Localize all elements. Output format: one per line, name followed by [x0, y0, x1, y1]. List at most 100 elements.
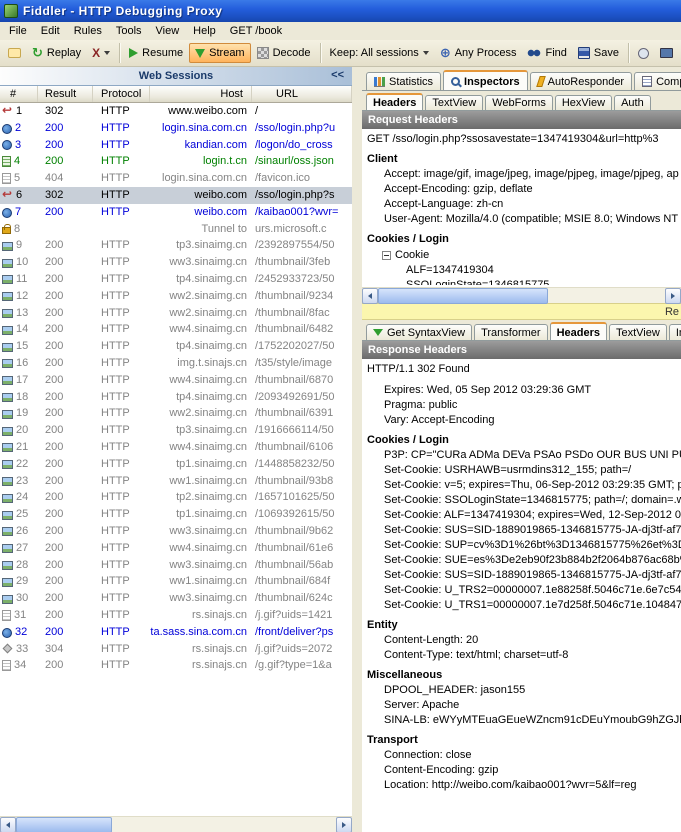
- tab-autoresponder[interactable]: AutoResponder: [530, 72, 632, 90]
- cookie-tree-node[interactable]: Cookie: [362, 248, 681, 263]
- tab-comp[interactable]: Comp: [634, 72, 681, 90]
- session-row[interactable]: 14200HTTPww4.sinaimg.cn/thumbnail/6482: [0, 321, 352, 338]
- timer-button[interactable]: [633, 45, 654, 62]
- session-row[interactable]: 25200HTTPtp1.sinaimg.cn/1069392615/50: [0, 506, 352, 523]
- menu-item-file[interactable]: File: [2, 23, 34, 39]
- session-url: /j.gif?uids=1421: [252, 607, 352, 624]
- session-row[interactable]: 28200HTTPww3.sinaimg.cn/thumbnail/56ab: [0, 557, 352, 574]
- tab-inspectors[interactable]: Inspectors: [443, 70, 528, 91]
- panel-splitter[interactable]: [352, 67, 362, 832]
- session-number: 33: [16, 641, 28, 658]
- tab-headers[interactable]: Headers: [550, 322, 607, 341]
- collapse-icon[interactable]: [382, 251, 391, 260]
- save-button[interactable]: Save: [573, 44, 624, 62]
- session-row[interactable]: 8Tunnel tours.microsoft.c: [0, 221, 352, 238]
- scrollbar-thumb[interactable]: [16, 817, 112, 832]
- replay-icon: [32, 47, 43, 60]
- encoding-notice-bar[interactable]: Re: [362, 303, 681, 320]
- session-row[interactable]: 15200HTTPtp4.sinaimg.cn/1752202027/50: [0, 338, 352, 355]
- session-row[interactable]: 32200HTTPta.sass.sina.com.cn/front/deliv…: [0, 624, 352, 641]
- menu-item-help[interactable]: Help: [186, 23, 223, 39]
- tab-textview[interactable]: TextView: [609, 324, 667, 340]
- column-header-protocol[interactable]: Protocol: [93, 86, 150, 102]
- menu-item-view[interactable]: View: [149, 23, 187, 39]
- tab-auth[interactable]: Auth: [614, 95, 651, 110]
- scrollbar-thumb[interactable]: [378, 288, 548, 304]
- keep-sessions-label: Keep: All sessions: [330, 47, 419, 59]
- session-row[interactable]: 6302HTTPweibo.com/sso/login.php?s: [0, 187, 352, 204]
- session-row[interactable]: 12200HTTPww2.sinaimg.cn/thumbnail/9234: [0, 288, 352, 305]
- session-row[interactable]: 22200HTTPtp1.sinaimg.cn/1448858232/50: [0, 456, 352, 473]
- session-row[interactable]: 26200HTTPww3.sinaimg.cn/thumbnail/9b62: [0, 523, 352, 540]
- scroll-right-button[interactable]: [665, 288, 681, 304]
- session-protocol: HTTP: [93, 641, 150, 658]
- session-row[interactable]: 27200HTTPww4.sinaimg.cn/thumbnail/61e6: [0, 540, 352, 557]
- tab-label: WebForms: [492, 97, 546, 109]
- session-row[interactable]: 11200HTTPtp4.sinaimg.cn/2452933723/50: [0, 271, 352, 288]
- any-process-button[interactable]: Any Process: [435, 44, 522, 63]
- column-header-url[interactable]: URL: [252, 86, 352, 102]
- session-row[interactable]: 19200HTTPww2.sinaimg.cn/thumbnail/6391: [0, 405, 352, 422]
- resume-button[interactable]: Resume: [124, 44, 188, 62]
- session-result: 200: [38, 355, 93, 372]
- session-num-cell: 13: [0, 305, 38, 322]
- tab-textview[interactable]: TextView: [425, 95, 483, 110]
- scroll-left-button[interactable]: [0, 817, 16, 832]
- session-row[interactable]: 4200HTTPlogin.t.cn/sinaurl/oss.json: [0, 153, 352, 170]
- arrow-left-icon: [6, 822, 10, 828]
- tab-webforms[interactable]: WebForms: [485, 95, 553, 110]
- session-row[interactable]: 5404HTTPlogin.sina.com.cn/favicon.ico: [0, 170, 352, 187]
- find-button[interactable]: Find: [522, 44, 571, 62]
- session-row[interactable]: 1302HTTPwww.weibo.com/: [0, 103, 352, 120]
- session-row[interactable]: 2200HTTPlogin.sina.com.cn/sso/login.php?…: [0, 120, 352, 137]
- column-header-host[interactable]: Host: [150, 86, 252, 102]
- sessions-horizontal-scrollbar[interactable]: [0, 816, 352, 832]
- session-row[interactable]: 16200HTTPimg.t.sinajs.cn/t35/style/image: [0, 355, 352, 372]
- menu-item-edit[interactable]: Edit: [34, 23, 67, 39]
- tab-statistics[interactable]: Statistics: [366, 72, 441, 90]
- session-row[interactable]: 20200HTTPtp3.sinaimg.cn/1916666114/50: [0, 422, 352, 439]
- tab-get-syntaxview[interactable]: Get SyntaxView: [366, 324, 472, 340]
- session-row[interactable]: 24200HTTPtp2.sinaimg.cn/1657101625/50: [0, 489, 352, 506]
- session-protocol: HTTP: [93, 506, 150, 523]
- session-row[interactable]: 29200HTTPww1.sinaimg.cn/thumbnail/684f: [0, 573, 352, 590]
- stream-toggle[interactable]: Stream: [189, 43, 250, 63]
- session-host: ta.sass.sina.com.cn: [150, 624, 252, 641]
- decode-toggle[interactable]: Decode: [252, 44, 316, 62]
- comment-button[interactable]: [3, 45, 26, 61]
- collapse-panel-button[interactable]: <<: [331, 69, 344, 81]
- tab-im[interactable]: Im: [669, 324, 681, 340]
- session-row[interactable]: 23200HTTPww1.sinaimg.cn/thumbnail/93b8: [0, 473, 352, 490]
- scroll-right-button[interactable]: [336, 817, 352, 832]
- tab-hexview[interactable]: HexView: [555, 95, 612, 110]
- session-row[interactable]: 33304HTTPrs.sinajs.cn/j.gif?uids=2072: [0, 641, 352, 658]
- request-horizontal-scrollbar[interactable]: [362, 287, 681, 303]
- menu-item-get-book[interactable]: GET /book: [223, 23, 289, 39]
- replay-button[interactable]: Replay: [27, 44, 86, 63]
- session-result: 200: [38, 137, 93, 154]
- session-row[interactable]: 31200HTTPrs.sinajs.cn/j.gif?uids=1421: [0, 607, 352, 624]
- column-header-result[interactable]: Result: [38, 86, 93, 102]
- session-row[interactable]: 30200HTTPww3.sinaimg.cn/thumbnail/624c: [0, 590, 352, 607]
- keep-sessions-dropdown[interactable]: Keep: All sessions: [325, 44, 434, 62]
- tab-transformer[interactable]: Transformer: [474, 324, 548, 340]
- session-protocol: HTTP: [93, 170, 150, 187]
- session-row[interactable]: 3200HTTPkandian.com/logon/do_cross: [0, 137, 352, 154]
- scroll-left-button[interactable]: [362, 288, 378, 304]
- remove-sessions-button[interactable]: X: [87, 44, 115, 62]
- session-protocol: HTTP: [93, 321, 150, 338]
- menu-item-rules[interactable]: Rules: [67, 23, 109, 39]
- session-row[interactable]: 34200HTTPrs.sinajs.cn/g.gif?type=1&a: [0, 657, 352, 674]
- session-row[interactable]: 21200HTTPww4.sinaimg.cn/thumbnail/6106: [0, 439, 352, 456]
- session-row[interactable]: 10200HTTPww3.sinaimg.cn/thumbnail/3feb: [0, 254, 352, 271]
- screenshot-button[interactable]: [655, 45, 678, 61]
- session-row[interactable]: 17200HTTPww4.sinaimg.cn/thumbnail/6870: [0, 372, 352, 389]
- session-row[interactable]: 18200HTTPtp4.sinaimg.cn/2093492691/50: [0, 389, 352, 406]
- session-row[interactable]: 13200HTTPww2.sinaimg.cn/thumbnail/8fac: [0, 305, 352, 322]
- cookie-value-line: ALF=1347419304: [362, 263, 681, 278]
- column-header-num[interactable]: #: [0, 86, 38, 102]
- tab-headers[interactable]: Headers: [366, 93, 423, 111]
- session-row[interactable]: 7200HTTPweibo.com/kaibao001?wvr=: [0, 204, 352, 221]
- session-row[interactable]: 9200HTTPtp3.sinaimg.cn/2392897554/50: [0, 237, 352, 254]
- menu-item-tools[interactable]: Tools: [109, 23, 149, 39]
